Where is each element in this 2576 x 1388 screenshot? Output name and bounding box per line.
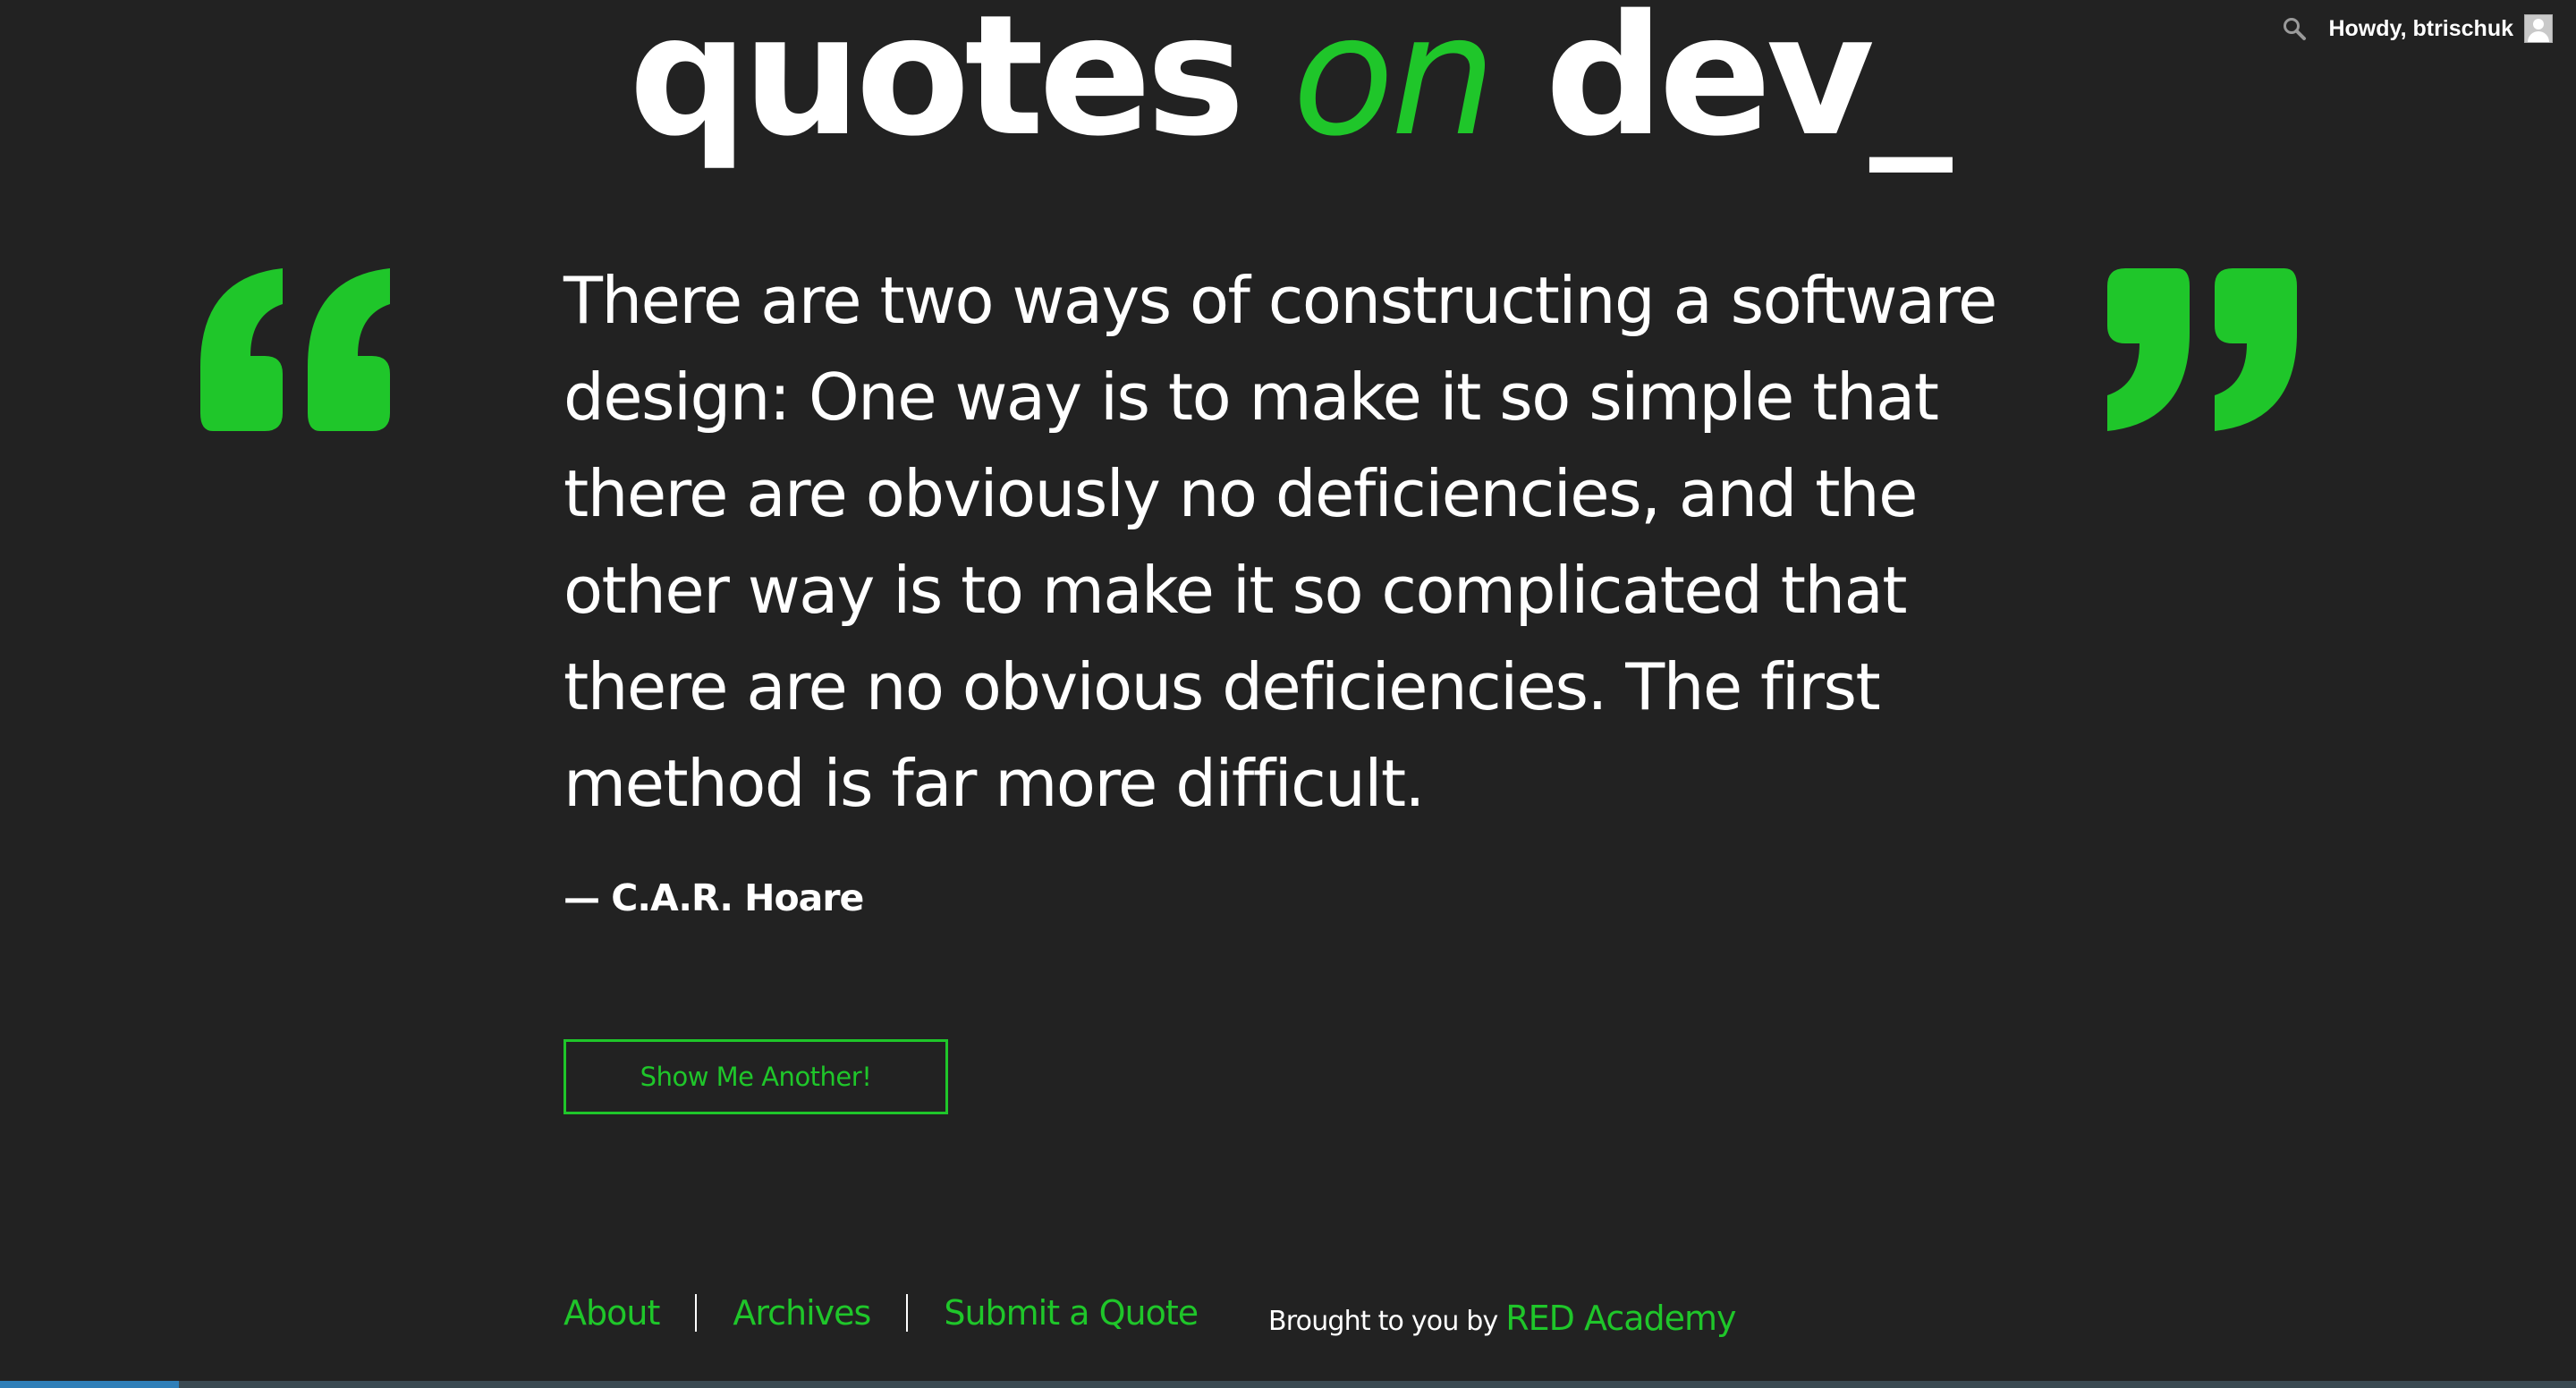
credit-prefix: Brought to you by [1268, 1306, 1498, 1337]
footer-divider [906, 1294, 909, 1332]
close-quote-icon [2107, 268, 2297, 435]
quote-author: — C.A.R. Hoare [564, 876, 864, 919]
red-academy-link[interactable]: RED Academy [1505, 1299, 1736, 1338]
footer-divider [695, 1294, 698, 1332]
show-another-button[interactable]: Show Me Another! [564, 1039, 948, 1114]
site-logo[interactable]: quotes on dev_ [0, 0, 2576, 172]
footer-nav: About Archives Submit a Quote [564, 1288, 1199, 1338]
footer-link-archives[interactable]: Archives [733, 1293, 871, 1333]
window-bottom-edge [0, 1381, 2576, 1388]
logo-quotes: quotes [629, 0, 1245, 173]
footer-link-submit-quote[interactable]: Submit a Quote [944, 1293, 1199, 1333]
footer-credit: Brought to you by RED Academy [1268, 1299, 1737, 1338]
footer-link-about[interactable]: About [564, 1293, 660, 1333]
page: Howdy, btrischuk quotes on dev_ There ar… [0, 0, 2576, 1388]
logo-on: on [1292, 0, 1496, 173]
open-quote-icon [200, 268, 390, 435]
logo-dev: dev_ [1545, 0, 1953, 173]
quote-text: There are two ways of constructing a sof… [564, 263, 1997, 821]
